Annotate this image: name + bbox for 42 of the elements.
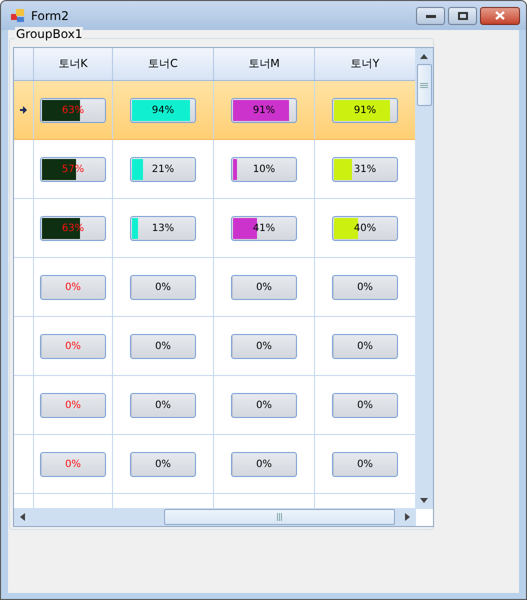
percent-text: 10% [252,162,276,176]
percent-text: 0% [357,280,373,294]
percent-text: 0% [155,340,171,354]
percent-text: 0% [357,458,373,472]
percent-text: 91% [252,104,276,118]
percent-text: 13% [152,222,174,236]
close-button[interactable] [480,6,520,24]
app-icon [11,8,25,22]
percent-text: 0% [357,398,373,412]
maximize-button[interactable] [448,6,477,24]
vertical-scrollbar[interactable] [415,48,433,509]
percent-text: 0% [65,458,81,472]
percent-text: 0% [155,458,171,472]
percent-text: 0% [155,280,171,294]
percent-text: 0% [357,340,373,354]
column-header[interactable]: 토너K [34,48,113,80]
group-box-label: GroupBox1 [15,27,84,41]
percent-text: 31% [354,162,376,176]
percent-text: 0% [256,340,272,354]
grip-icon [277,513,282,521]
minimize-button[interactable] [416,6,445,24]
window-title: Form2 [31,8,69,24]
percent-text: 94% [152,104,174,118]
maximize-icon [458,12,468,20]
percent-text: 0% [256,280,272,294]
close-icon [495,11,505,20]
minimize-icon [426,14,436,18]
percent-text: 0% [65,398,81,412]
grip-icon [420,82,428,88]
percent-text: 0% [65,280,81,294]
percent-text: 0% [256,398,272,412]
percent-text: 21% [152,162,174,176]
current-row-arrow-icon [20,106,27,114]
percent-text: 91% [354,104,376,118]
column-header[interactable]: 토너M [214,48,315,80]
scroll-thumb[interactable] [416,64,432,106]
scroll-thumb[interactable] [164,509,395,525]
percent-text: 0% [65,340,81,354]
percent-text: 0% [256,458,272,472]
horizontal-scrollbar[interactable] [14,508,416,526]
percent-text: 0% [155,398,171,412]
column-header[interactable]: 토너C [113,48,214,80]
